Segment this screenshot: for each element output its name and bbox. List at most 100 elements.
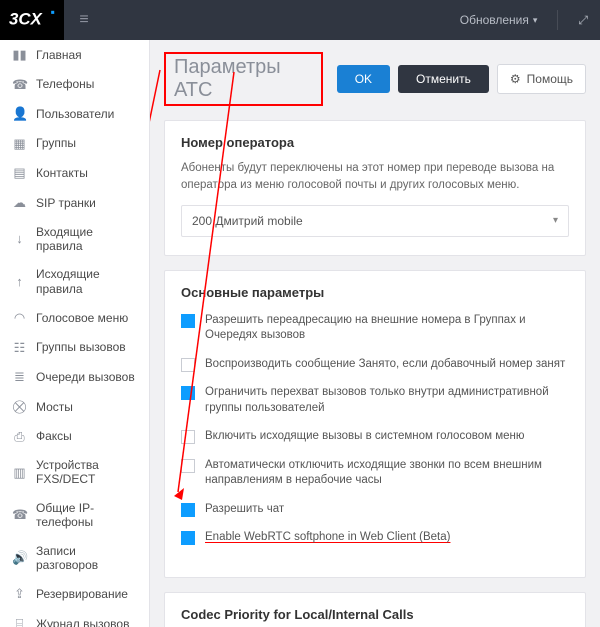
operator-panel: Номер оператора Абоненты будут переключе… [164,120,586,256]
sidebar-item-phone[interactable]: ☎ Общие IP-телефоны [0,494,149,537]
sidebar-item-label: Контакты [36,166,88,180]
sidebar-item-user[interactable]: 👤 Пользователи [0,99,149,129]
ok-button[interactable]: OK [337,65,390,93]
sidebar-item-archive[interactable]: ⇪ Резервирование [0,579,149,609]
print-icon: ⎙ [12,429,27,445]
sidebar-item-grid[interactable]: ▦ Группы [0,129,149,159]
checkbox[interactable] [181,531,195,545]
option-row: Автоматически отключить исходящие звонки… [181,458,569,489]
option-label: Воспроизводить сообщение Занято, если до… [205,357,565,373]
chevron-down-icon: ▾ [553,215,558,226]
users-icon: ☷ [12,340,27,356]
updates-dropdown[interactable]: Обновления ▾ [460,13,538,27]
sidebar-item-list[interactable]: ≣ Очереди вызовов [0,362,149,392]
option-row: Enable WebRTC softphone in Web Client (B… [181,530,569,546]
sidebar-item-label: Резервирование [36,587,128,601]
device-icon: ▥ [12,465,27,481]
cancel-button[interactable]: Отменить [398,65,489,93]
arrow-up-icon: ↑ [12,274,27,290]
checkbox[interactable] [181,358,195,372]
main-params-panel: Основные параметры Разрешить переадресац… [164,270,586,578]
option-row: Включить исходящие вызовы в системном го… [181,429,569,445]
checkbox[interactable] [181,386,195,400]
archive-icon: ⇪ [12,586,27,602]
sidebar-item-label: Группы [36,136,76,150]
sidebar-item-label: Очереди вызовов [36,370,135,384]
phone-icon: ☎ [12,507,27,523]
option-row: Воспроизводить сообщение Занято, если до… [181,357,569,373]
sidebar-item-headphones[interactable]: ◠ Голосовое меню [0,303,149,333]
main-content: Параметры АТС OK Отменить ⚙ Помощь Номер … [150,40,600,627]
user-icon: 👤 [12,106,27,122]
sidebar-item-label: SIP транки [36,196,96,210]
sidebar-item-label: Исходящие правила [36,267,139,296]
page-title: Параметры АТС [164,52,323,106]
gear-icon: ⚙ [510,72,521,86]
sidebar-item-label: Записи разговоров [36,544,139,573]
sidebar-item-label: Голосовое меню [36,311,128,325]
book-icon: ▤ [12,165,27,181]
updates-label: Обновления [460,13,529,27]
sidebar-item-label: Мосты [36,400,73,414]
list-icon: ≣ [12,369,27,385]
sidebar-item-chart-bar[interactable]: ▮▮ Главная [0,40,149,70]
option-label: Enable WebRTC softphone in Web Client (B… [205,530,450,546]
sidebar-item-label: Факсы [36,429,72,443]
page-header-row: Параметры АТС OK Отменить ⚙ Помощь [164,52,586,106]
sidebar-item-bridge[interactable]: ⛒ Мосты [0,392,149,422]
sidebar-item-arrow-up[interactable]: ↑ Исходящие правила [0,260,149,303]
sidebar-item-device[interactable]: ▥ Устройства FXS/DECT [0,451,149,494]
option-row: Ограничить перехват вызовов только внутр… [181,385,569,416]
codec-panel-title: Codec Priority for Local/Internal Calls [181,607,569,622]
operator-panel-desc: Абоненты будут переключены на этот номер… [181,160,569,195]
option-label: Разрешить чат [205,502,284,518]
checkbox[interactable] [181,430,195,444]
sidebar-item-label: Пользователи [36,107,114,121]
chart-bar-icon: ▮▮ [12,47,27,63]
sidebar-item-arrow-down[interactable]: ↓ Входящие правила [0,218,149,261]
sidebar-item-label: Входящие правила [36,225,139,254]
sidebar-item-users[interactable]: ☷ Группы вызовов [0,333,149,363]
chevron-down-icon: ▾ [533,15,538,26]
sidebar-item-phone[interactable]: ☎Телефоны [0,70,149,100]
sidebar-item-label: Общие IP-телефоны [36,501,139,530]
operator-select[interactable]: 200 Дмитрий mobile ▾ [181,205,569,237]
sidebar-item-label: Группы вызовов [36,340,126,354]
expand-icon[interactable]: ⤢ [578,13,588,28]
option-label: Ограничить перехват вызовов только внутр… [205,385,569,416]
option-row: Разрешить переадресацию на внешние номер… [181,313,569,344]
checkbox[interactable] [181,459,195,473]
log-icon: ⌸ [12,616,27,627]
help-button-label: Помощь [527,72,573,86]
menu-toggle-icon[interactable]: ≡ [64,11,104,29]
sidebar-item-label: Устройства FXS/DECT [36,458,139,487]
sidebar-item-book[interactable]: ▤ Контакты [0,158,149,188]
sidebar-item-label: Телефоны [36,77,94,91]
sidebar-item-print[interactable]: ⎙ Факсы [0,422,149,452]
codec-panel: Codec Priority for Local/Internal Calls … [164,592,586,627]
checkbox[interactable] [181,314,195,328]
option-row: Разрешить чат [181,502,569,518]
option-label: Включить исходящие вызовы в системном го… [205,429,524,445]
sidebar-item-volume[interactable]: 🔊 Записи разговоров [0,537,149,580]
sidebar-item-log[interactable]: ⌸ Журнал вызовов [0,609,149,627]
globe-icon: ☁ [12,195,27,211]
logo: 3CX [0,0,64,40]
grid-icon: ▦ [12,136,27,152]
operator-select-value: 200 Дмитрий mobile [192,214,303,228]
help-button[interactable]: ⚙ Помощь [497,64,586,94]
option-label: Разрешить переадресацию на внешние номер… [205,313,569,344]
sidebar-item-label: Журнал вызовов [36,617,129,627]
checkbox[interactable] [181,503,195,517]
topbar: 3CX ≡ Обновления ▾ ⤢ [0,0,600,40]
sidebar-item-globe[interactable]: ☁ SIP транки [0,188,149,218]
option-label: Автоматически отключить исходящие звонки… [205,458,569,489]
volume-icon: 🔊 [12,550,27,566]
arrow-down-icon: ↓ [12,231,27,247]
sidebar: ▮▮Главная☎Телефоны👤Пользователи▦Группы▤К… [0,40,150,627]
sidebar-item-label: Главная [36,48,82,62]
bridge-icon: ⛒ [12,399,27,415]
operator-panel-title: Номер оператора [181,135,569,150]
main-params-title: Основные параметры [181,285,569,300]
headphones-icon: ◠ [12,310,27,326]
